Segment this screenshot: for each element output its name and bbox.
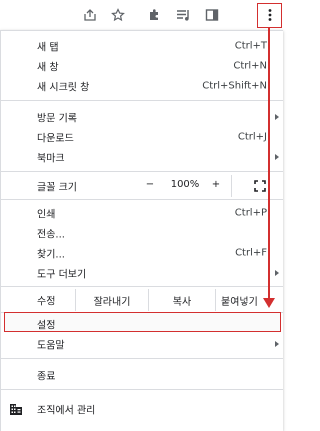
menu-item-managed[interactable]: 조직에서 관리 [1,399,271,419]
submenu-arrow-icon [275,341,279,347]
zoom-label: 글꼴 크기 [37,182,77,194]
edit-label: 수정 [37,296,56,308]
menu-item-label: 도움말 [37,340,65,352]
copy-button[interactable]: 복사 [149,293,215,308]
menu-separator [1,199,283,200]
menu-item-label: 인쇄 [37,209,56,221]
menu-item-label: 전송... [37,229,65,241]
menu-item-label: 도구 더보기 [37,269,87,281]
menu-item-shortcut: Ctrl+J [237,131,267,143]
menu-item-cast[interactable]: 전송... [1,223,271,243]
extensions-icon[interactable] [143,4,165,26]
annotation-box-settings [4,312,281,332]
menu-separator [1,358,283,359]
menu-item-help[interactable]: 도움말 [1,334,279,354]
bookmark-star-icon[interactable] [107,4,129,26]
menu-item-label: 새 시크릿 창 [37,82,90,94]
side-panel-icon[interactable] [201,4,223,26]
cut-button[interactable]: 잘라내기 [76,293,148,308]
menu-item-shortcut: Ctrl+T [234,40,267,52]
menu-item-label: 새 탭 [37,42,59,54]
menu-item-downloads[interactable]: 다운로드 Ctrl+J [1,127,271,147]
menu-item-new-incognito[interactable]: 새 시크릿 창 Ctrl+Shift+N [1,76,271,96]
chrome-main-menu: 새 탭 Ctrl+T 새 창 Ctrl+N 새 시크릿 창 Ctrl+Shift… [0,30,283,431]
fullscreen-icon[interactable] [254,180,266,195]
menu-item-label: 새 창 [37,62,59,74]
annotation-arrow-head-icon [263,298,275,308]
reading-list-icon[interactable] [173,4,195,26]
menu-separator [1,100,283,101]
menu-separator [1,286,283,287]
menu-item-shortcut: Ctrl+F [235,247,267,259]
menu-item-shortcut: Ctrl+N [233,60,267,72]
submenu-arrow-icon [275,270,279,276]
menu-item-more-tools[interactable]: 도구 더보기 [1,263,279,283]
share-icon[interactable] [79,4,101,26]
zoom-level: 100% [170,179,200,190]
menu-item-shortcut: Ctrl+P [234,207,267,219]
menu-item-find[interactable]: 찾기... Ctrl+F [1,243,271,263]
menu-item-label: 조직에서 관리 [37,405,96,417]
submenu-arrow-icon [275,114,279,120]
menu-item-new-window[interactable]: 새 창 Ctrl+N [1,56,271,76]
menu-item-label: 다운로드 [37,133,74,145]
edit-divider [215,289,216,311]
submenu-arrow-icon [275,154,279,160]
menu-item-label: 방문 기록 [37,113,77,125]
menu-item-exit[interactable]: 종료 [1,365,271,385]
annotation-box-menu-button [257,3,282,28]
menu-item-label: 종료 [37,371,56,383]
menu-item-label: 찾기... [37,249,65,261]
menu-item-bookmarks[interactable]: 북마크 [1,147,279,167]
menu-item-label: 북마크 [37,153,65,165]
zoom-out-button[interactable]: − [136,179,164,193]
zoom-divider [231,175,232,197]
menu-separator [1,171,283,172]
browser-toolbar [0,0,287,30]
zoom-in-button[interactable]: + [205,179,227,193]
building-icon [9,402,23,419]
menu-item-shortcut: Ctrl+Shift+N [202,80,267,92]
annotation-arrow-line [268,28,270,303]
menu-item-print[interactable]: 인쇄 Ctrl+P [1,203,271,223]
menu-item-new-tab[interactable]: 새 탭 Ctrl+T [1,36,271,56]
menu-separator [1,389,283,390]
menu-item-history[interactable]: 방문 기록 [1,107,279,127]
